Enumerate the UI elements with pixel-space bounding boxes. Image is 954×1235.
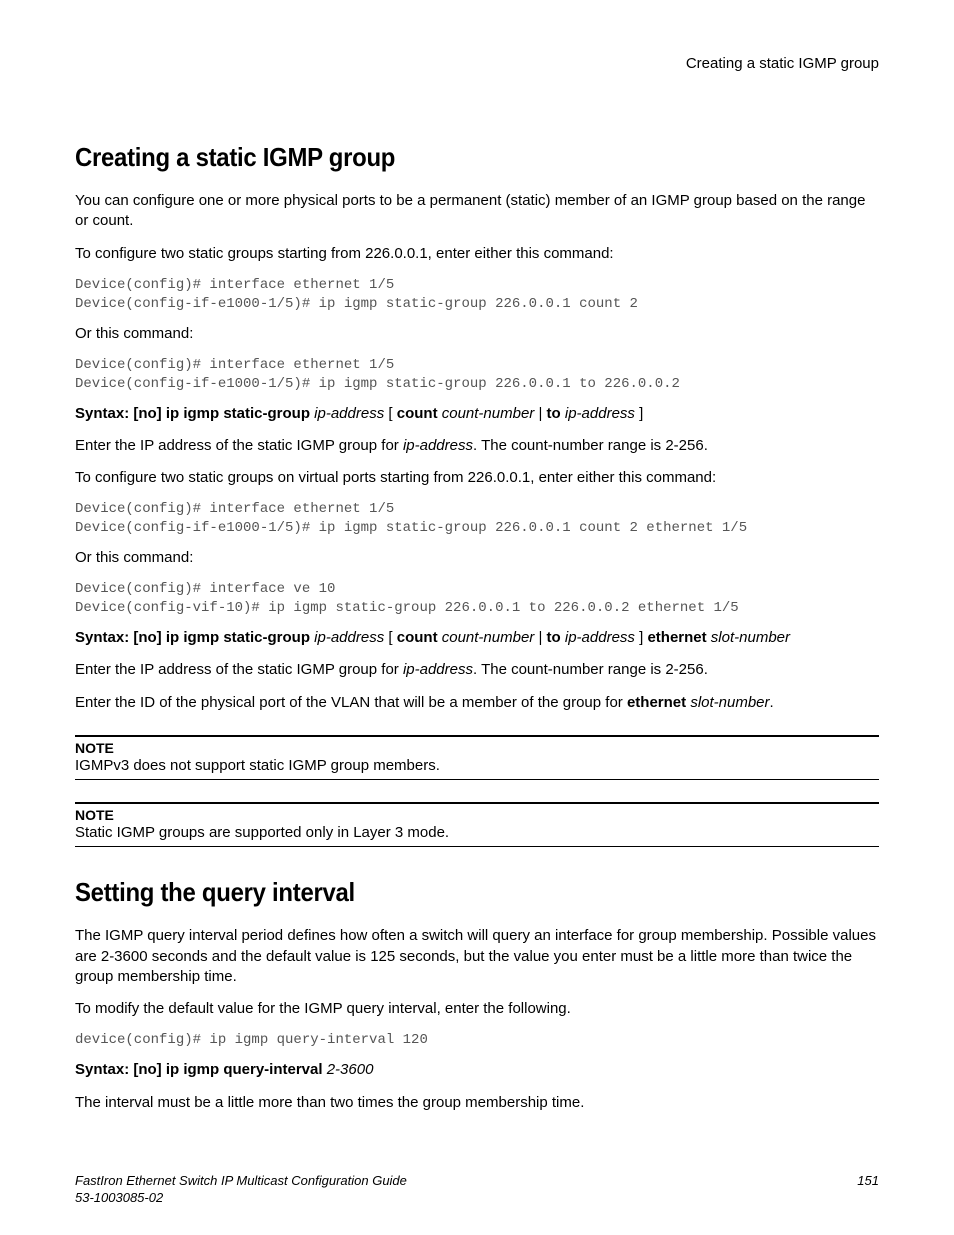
- note-rule-top: [75, 735, 879, 737]
- syntax-text: ]: [635, 405, 643, 422]
- note-rule-top: [75, 802, 879, 804]
- italic-text: slot-number: [690, 694, 769, 711]
- syntax-italic: ip-address: [565, 405, 635, 422]
- syntax-text: [: [384, 405, 397, 422]
- syntax-bold: to: [547, 405, 561, 422]
- syntax-italic: ip-address: [565, 629, 635, 646]
- text: Enter the ID of the physical port of the…: [75, 694, 627, 711]
- body-paragraph: To configure two static groups on virtua…: [75, 468, 879, 488]
- syntax-bold: count: [397, 405, 438, 422]
- text: .: [770, 694, 774, 711]
- syntax-text: |: [534, 405, 546, 422]
- syntax-bold: Syntax: [no] ip igmp static-group: [75, 629, 310, 646]
- syntax-italic: 2-3600: [327, 1061, 374, 1078]
- body-paragraph: Or this command:: [75, 324, 879, 344]
- note-text: IGMPv3 does not support static IGMP grou…: [75, 756, 879, 776]
- syntax-italic: count-number: [442, 405, 535, 422]
- note-label: NOTE: [75, 740, 879, 756]
- syntax-text: ]: [635, 629, 648, 646]
- syntax-bold: count: [397, 629, 438, 646]
- note-text: Static IGMP groups are supported only in…: [75, 823, 879, 843]
- footer-page-number: 151: [857, 1173, 879, 1188]
- syntax-bold: to: [547, 629, 561, 646]
- syntax-text: |: [534, 629, 546, 646]
- syntax-italic: ip-address: [314, 629, 384, 646]
- text: . The count-number range is 2-256.: [473, 437, 708, 454]
- body-paragraph: Enter the IP address of the static IGMP …: [75, 660, 879, 680]
- syntax-line: Syntax: [no] ip igmp static-group ip-add…: [75, 404, 879, 424]
- page-header-right: Creating a static IGMP group: [75, 55, 879, 72]
- syntax-italic: count-number: [442, 629, 535, 646]
- text: . The count-number range is 2-256.: [473, 661, 708, 678]
- syntax-bold: Syntax: [no] ip igmp query-interval: [75, 1061, 323, 1078]
- syntax-bold: Syntax: [no] ip igmp static-group: [75, 405, 310, 422]
- body-paragraph: Enter the IP address of the static IGMP …: [75, 436, 879, 456]
- code-block: Device(config)# interface ethernet 1/5 D…: [75, 356, 879, 394]
- code-block: Device(config)# interface ethernet 1/5 D…: [75, 500, 879, 538]
- body-paragraph: To configure two static groups starting …: [75, 244, 879, 264]
- body-paragraph: The interval must be a little more than …: [75, 1093, 879, 1113]
- footer-docnum: 53-1003085-02: [75, 1190, 163, 1205]
- footer-left: FastIron Ethernet Switch IP Multicast Co…: [75, 1173, 407, 1207]
- note-rule-bottom: [75, 846, 879, 847]
- syntax-text: [: [384, 629, 397, 646]
- syntax-italic: slot-number: [711, 629, 790, 646]
- body-paragraph: Or this command:: [75, 548, 879, 568]
- text: Enter the IP address of the static IGMP …: [75, 661, 403, 678]
- note-label: NOTE: [75, 807, 879, 823]
- body-paragraph: Enter the ID of the physical port of the…: [75, 693, 879, 713]
- code-block: Device(config)# interface ethernet 1/5 D…: [75, 276, 879, 314]
- body-paragraph: You can configure one or more physical p…: [75, 191, 879, 232]
- syntax-italic: ip-address: [314, 405, 384, 422]
- italic-text: ip-address: [403, 661, 473, 678]
- syntax-bold: ethernet: [647, 629, 706, 646]
- text: Enter the IP address of the static IGMP …: [75, 437, 403, 454]
- document-page: Creating a static IGMP group Creating a …: [0, 0, 954, 1235]
- code-block: device(config)# ip igmp query-interval 1…: [75, 1031, 879, 1050]
- body-paragraph: The IGMP query interval period defines h…: [75, 926, 879, 987]
- section-heading-2: Setting the query interval: [75, 877, 815, 908]
- footer-title: FastIron Ethernet Switch IP Multicast Co…: [75, 1173, 407, 1188]
- bold-text: ethernet: [627, 694, 686, 711]
- syntax-line: Syntax: [no] ip igmp static-group ip-add…: [75, 628, 879, 648]
- section-heading-1: Creating a static IGMP group: [75, 142, 815, 173]
- note-rule-bottom: [75, 779, 879, 780]
- italic-text: ip-address: [403, 437, 473, 454]
- page-footer: FastIron Ethernet Switch IP Multicast Co…: [75, 1173, 879, 1207]
- body-paragraph: To modify the default value for the IGMP…: [75, 999, 879, 1019]
- syntax-line: Syntax: [no] ip igmp query-interval 2-36…: [75, 1060, 879, 1080]
- code-block: Device(config)# interface ve 10 Device(c…: [75, 580, 879, 618]
